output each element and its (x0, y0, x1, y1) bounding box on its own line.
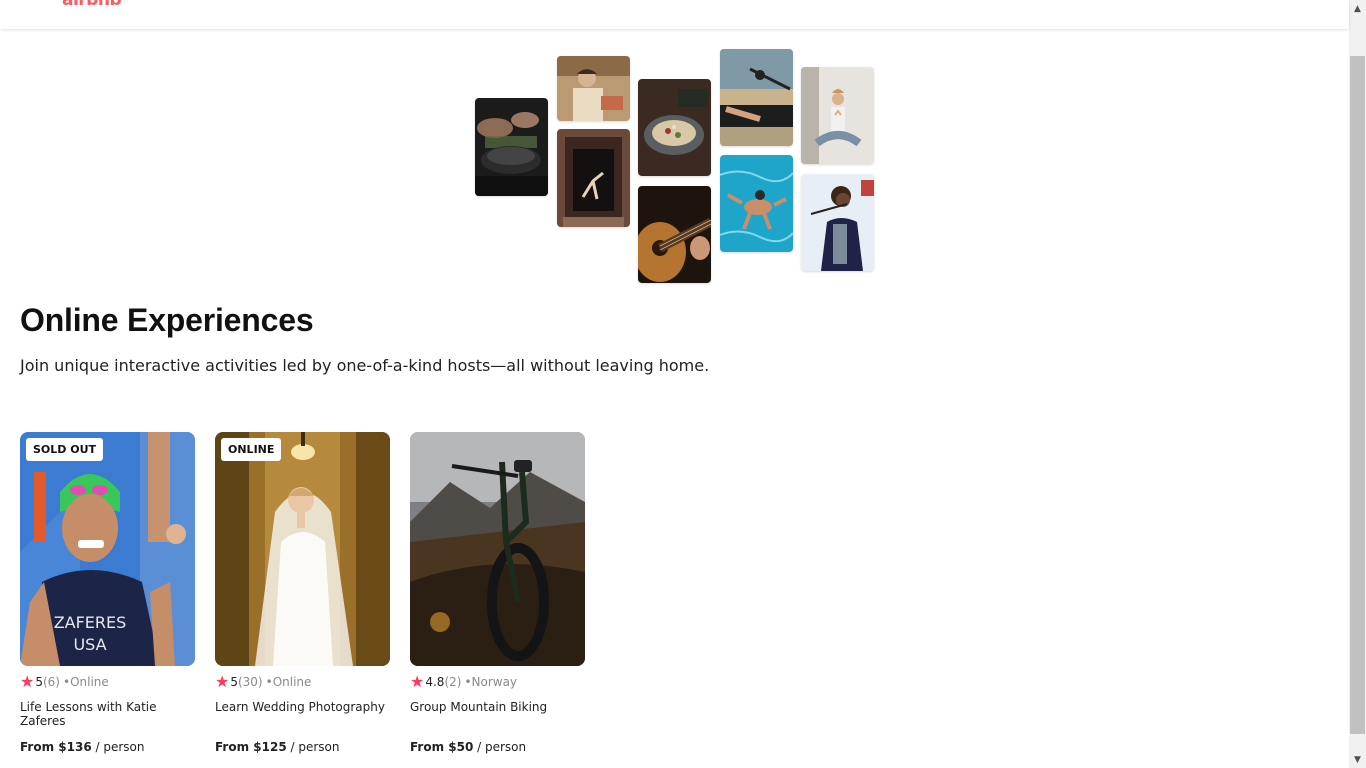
svg-text:USA: USA (73, 635, 106, 654)
rating-value: 5 (230, 675, 238, 689)
rating-value: 4.8 (425, 675, 445, 689)
rating-count: (30) (237, 675, 263, 689)
rating-row: ★ 4.8 (2) •Norway (410, 674, 517, 690)
page: airbnb Online Experiences Join unique in… (0, 0, 1366, 768)
experience-location: •Norway (464, 675, 518, 689)
singer-photo (801, 174, 874, 271)
price-row: From $125 / person (215, 740, 339, 754)
star-icon: ★ (20, 672, 35, 691)
yoga-photo (801, 67, 874, 164)
guitar-photo (638, 186, 711, 283)
top-header: airbnb (0, 0, 1349, 29)
airbnb-logo-icon (34, 0, 62, 11)
dancer-photo (557, 129, 630, 227)
scrollbar-thumb[interactable] (1350, 56, 1365, 734)
experience-photo-katie-zaferes[interactable]: ZAFERES USA SOLD OUT (20, 432, 195, 666)
price-value: From $125 (215, 740, 287, 754)
experience-photo-mountain-biking[interactable] (410, 432, 585, 666)
experience-photo-wedding-photography[interactable]: ONLINE (215, 432, 390, 666)
price-value: From $50 (410, 740, 474, 754)
rating-count: (2) (444, 675, 462, 689)
star-icon: ★ (410, 672, 425, 691)
scroll-up-arrow-icon[interactable]: ▲ (1349, 0, 1366, 17)
experience-card[interactable]: ONLINE ★ 5 (30) •Online Learn Wedding Ph… (215, 432, 390, 754)
experience-card[interactable]: ZAFERES USA SOLD OUT ★ 5 (6) •Online Lif… (20, 432, 195, 754)
price-row: From $50 / person (410, 740, 526, 754)
food-bowl-photo (638, 79, 711, 176)
price-value: From $136 (20, 740, 92, 754)
star-icon: ★ (215, 672, 230, 691)
cooking-photo (475, 98, 548, 196)
page-title: Online Experiences (20, 302, 314, 338)
experience-location: •Online (265, 675, 312, 689)
price-unit: / person (473, 740, 527, 754)
svg-text:ZAFERES: ZAFERES (54, 613, 127, 632)
experience-title[interactable]: Life Lessons with Katie Zaferes (20, 700, 195, 728)
baker-photo (557, 56, 630, 121)
price-row: From $136 / person (20, 740, 144, 754)
experience-title[interactable]: Learn Wedding Photography (215, 700, 390, 714)
experience-card[interactable]: ★ 4.8 (2) •Norway Group Mountain Biking … (410, 432, 585, 754)
status-badge: SOLD OUT (26, 438, 104, 461)
experience-location: •Online (62, 675, 109, 689)
logo-wordmark[interactable]: airbnb (62, 0, 122, 10)
price-unit: / person (286, 740, 340, 754)
rating-row: ★ 5 (30) •Online (215, 674, 311, 690)
experience-title[interactable]: Group Mountain Biking (410, 700, 585, 714)
price-unit: / person (91, 740, 145, 754)
rating-row: ★ 5 (6) •Online (20, 674, 109, 690)
rating-count: (6) (42, 675, 60, 689)
swimmer-photo (720, 155, 793, 252)
rating-value: 5 (35, 675, 43, 689)
vertical-scrollbar[interactable]: ▲ ▼ (1349, 0, 1366, 768)
piano-singer-photo (720, 49, 793, 146)
status-badge: ONLINE (221, 438, 282, 461)
scroll-down-arrow-icon[interactable]: ▼ (1349, 751, 1366, 768)
page-subtitle: Join unique interactive activities led b… (20, 356, 710, 375)
